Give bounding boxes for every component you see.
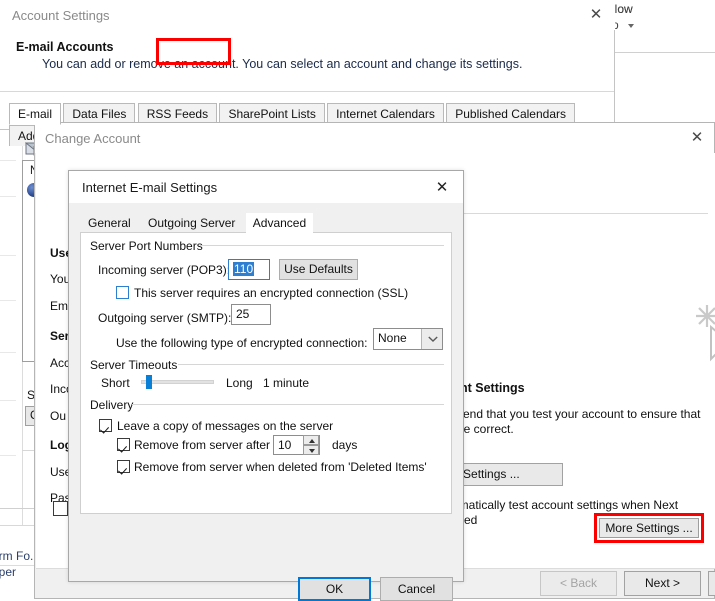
arrow-up-icon <box>309 439 315 443</box>
chevron-down-icon[interactable] <box>628 24 634 28</box>
cancel-button[interactable]: Cancel <box>380 577 453 601</box>
left-pane-rule <box>0 455 16 456</box>
outgoing-server-port-input[interactable]: 25 <box>231 304 271 325</box>
delivery-group-title: Delivery <box>90 398 134 412</box>
change-account-title: Change Account <box>45 131 141 146</box>
outgoing-mail-server-label: Ou <box>50 409 67 423</box>
change-account-bottom-checkbox[interactable] <box>53 501 68 516</box>
close-icon[interactable]: ✕ <box>685 128 709 148</box>
chevron-down-icon <box>428 336 438 342</box>
ok-button[interactable]: OK <box>298 577 371 601</box>
tab-advanced[interactable]: Advanced <box>245 213 314 234</box>
encryption-type-label: Use the following type of encrypted conn… <box>116 336 368 350</box>
server-port-numbers-group-title: Server Port Numbers <box>90 239 203 253</box>
arrow-down-icon <box>309 449 315 453</box>
close-icon[interactable]: ✕ <box>584 5 608 25</box>
outgoing-server-label: Outgoing server (SMTP): <box>98 311 232 325</box>
account-settings-title: Account Settings <box>12 8 110 23</box>
more-settings-highlight <box>594 513 704 543</box>
account-settings-divider <box>0 91 614 92</box>
tab-sharepoint-lists[interactable]: SharePoint Lists <box>219 103 325 124</box>
tab-rss-feeds[interactable]: RSS Feeds <box>137 103 218 124</box>
back-button[interactable]: < Back <box>540 571 617 596</box>
server-timeouts-rule <box>178 364 444 365</box>
days-label: days <box>332 438 358 452</box>
account-settings-window: Account Settings ✕ E-mail Accounts You c… <box>0 0 615 146</box>
cursor-sparkle-icon <box>696 305 715 362</box>
timeout-long-label: Long <box>226 376 253 390</box>
server-information-label: Ser <box>50 329 70 343</box>
advanced-tab-highlight <box>156 38 231 65</box>
account-type-label: Acc <box>50 356 71 370</box>
ribbon-underline <box>608 52 715 53</box>
server-timeouts-group-title: Server Timeouts <box>90 358 178 372</box>
leave-copy-checkbox[interactable] <box>99 419 112 432</box>
test-account-settings-line1: mend that you test your account to ensur… <box>453 407 701 421</box>
left-pane-rule <box>0 160 16 161</box>
remove-after-label[interactable]: Remove from server after <box>134 438 270 452</box>
tab-published-calendars[interactable]: Published Calendars <box>446 103 575 124</box>
left-pane-rule <box>0 196 16 197</box>
email-accounts-heading: E-mail Accounts <box>16 40 114 54</box>
follow-up-line1: llow <box>612 2 633 16</box>
ies-tab-strip: General Outgoing Server Advanced <box>81 213 314 234</box>
left-pane-rule <box>0 400 16 401</box>
ssl-checkbox-label[interactable]: This server requires an encrypted connec… <box>134 286 408 300</box>
left-pane-rule <box>0 255 16 256</box>
close-icon[interactable]: ✕ <box>429 178 455 198</box>
tab-data-files[interactable]: Data Files <box>63 103 136 124</box>
remove-deleted-label[interactable]: Remove from server when deleted from 'De… <box>134 460 427 474</box>
auto-test-line1: omatically test account settings when Ne… <box>452 498 679 512</box>
background-text-1: orm Fo. <box>0 549 34 563</box>
account-settings-tabs: E-mail Data Files RSS Feeds SharePoint L… <box>9 103 614 146</box>
spinner-down-button[interactable] <box>303 445 319 455</box>
incoming-server-port-value: 110 <box>233 262 255 276</box>
tab-outgoing-server[interactable]: Outgoing Server <box>141 213 243 234</box>
use-defaults-button[interactable]: Use Defaults <box>279 259 358 280</box>
leave-copy-label[interactable]: Leave a copy of messages on the server <box>117 419 333 433</box>
left-pane-rule <box>0 352 16 353</box>
outlook-left-pane <box>0 125 23 525</box>
incoming-server-port-input[interactable]: 110 <box>228 259 270 280</box>
next-button[interactable]: Next > <box>624 571 701 596</box>
remove-after-checkbox[interactable] <box>117 438 130 451</box>
days-spinner[interactable] <box>303 435 320 455</box>
email-accounts-subtext: You can add or remove an account. You ca… <box>42 57 523 71</box>
background-text-2: oper <box>0 565 17 579</box>
tab-general[interactable]: General <box>81 213 138 234</box>
test-account-settings-heading: nt Settings <box>460 381 525 395</box>
delivery-rule <box>132 404 444 405</box>
spinner-up-button[interactable] <box>303 435 319 445</box>
timeout-value-label: 1 minute <box>263 376 310 390</box>
server-port-numbers-rule <box>200 245 444 246</box>
tab-email[interactable]: E-mail <box>9 103 62 125</box>
remove-deleted-checkbox[interactable] <box>117 460 130 473</box>
server-timeout-slider-thumb[interactable] <box>146 375 152 389</box>
encryption-dropdown-arrow-button[interactable] <box>421 329 442 349</box>
ies-title: Internet E-mail Settings <box>82 180 218 195</box>
timeout-short-label: Short <box>101 376 130 390</box>
left-pane-rule <box>0 300 16 301</box>
ribbon-strip: llow llow p Filter Em Find <box>608 0 715 52</box>
encryption-type-value: None <box>378 331 407 345</box>
wizard-cancel-button[interactable]: Cancel <box>708 571 715 596</box>
ssl-checkbox[interactable] <box>116 286 129 299</box>
tab-internet-calendars[interactable]: Internet Calendars <box>327 103 444 124</box>
incoming-server-label: Incoming server (POP3): <box>98 263 231 277</box>
